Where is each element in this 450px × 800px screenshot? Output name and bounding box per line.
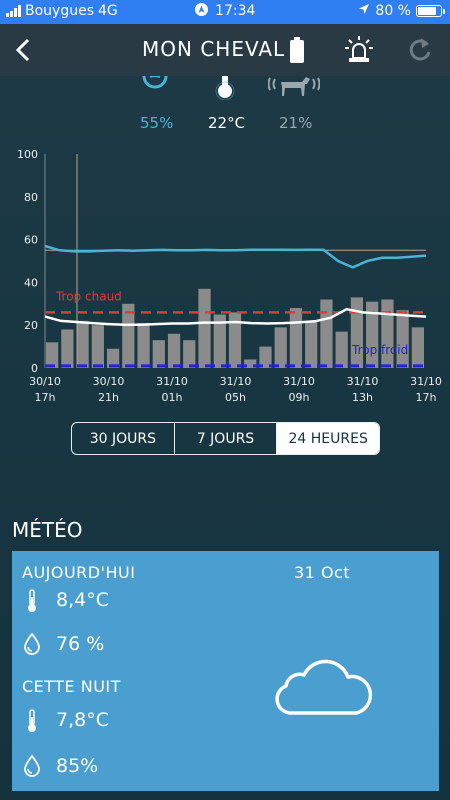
activity-bar — [61, 329, 74, 368]
x-tick-date: 31/10 — [156, 375, 188, 388]
activity-bar — [228, 312, 242, 368]
activity-bar — [274, 327, 287, 368]
activity-bar — [167, 333, 181, 368]
activity-bar — [305, 320, 318, 368]
activity-bar — [183, 340, 196, 368]
thermometer-icon — [26, 589, 38, 617]
thermometer-icon — [26, 709, 38, 737]
humidity-value: 55% — [140, 114, 174, 132]
humidity-series-line — [44, 244, 427, 269]
x-tick-hour: 21h — [98, 391, 119, 404]
x-tick-date: 30/10 — [93, 375, 125, 388]
y-tick-label: 60 — [24, 234, 38, 247]
activity-bar — [320, 299, 333, 368]
device-battery-icon — [290, 37, 304, 63]
activity-bar — [198, 288, 211, 368]
today-label: AUJOURD'HUI — [22, 563, 136, 582]
activity-value: 21% — [279, 114, 313, 132]
temperature-icon — [213, 76, 237, 104]
today-temperature: 8,4°C — [56, 589, 109, 611]
night-humidity: 85% — [56, 755, 99, 777]
humidity-icon — [140, 75, 170, 102]
range-option-30-days[interactable]: 30 JOURS — [72, 423, 175, 454]
humidity-drop-icon — [24, 632, 40, 659]
alarm-button[interactable] — [344, 34, 374, 68]
refresh-icon — [409, 38, 431, 61]
today-humidity: 76 % — [56, 633, 105, 655]
x-tick-date: 31/10 — [410, 375, 442, 388]
back-button[interactable] — [14, 38, 32, 66]
y-tick-label: 0 — [31, 362, 38, 375]
siren-icon — [345, 36, 373, 62]
activity-bar — [350, 297, 364, 368]
cloud-icon — [272, 651, 373, 723]
status-bar: Bouygues 4G 17:34 80 % — [0, 0, 450, 24]
refresh-button[interactable] — [407, 36, 433, 68]
x-tick-date: 31/10 — [283, 375, 315, 388]
battery-icon — [416, 5, 445, 17]
x-tick-hour: 01h — [162, 391, 183, 404]
status-right: 80 % — [358, 3, 445, 19]
activity-bar — [91, 325, 104, 368]
range-option-7-days[interactable]: 7 JOURS — [175, 423, 278, 454]
activity-bar — [381, 299, 394, 368]
activity-bar — [137, 323, 150, 368]
weather-card: AUJOURD'HUI 31 Oct 8,4°C 76 % CETTE NUIT… — [12, 551, 439, 791]
battery-status-button[interactable] — [289, 36, 305, 68]
range-option-24-hours[interactable]: 24 HEURES — [277, 423, 379, 454]
x-tick-date: 30/10 — [29, 375, 61, 388]
battery-percent: 80 % — [375, 3, 411, 19]
nav-bar: MON CHEVAL — [0, 24, 450, 76]
y-tick-label: 40 — [24, 276, 38, 289]
x-tick-hour: 13h — [352, 391, 373, 404]
location-icon — [358, 3, 370, 19]
navigation-arrow-icon — [194, 3, 208, 16]
activity-bar — [289, 308, 303, 368]
x-tick-hour: 17h — [416, 391, 437, 404]
activity-bar — [76, 320, 89, 368]
activity-bar — [335, 331, 348, 368]
activity-bar — [152, 340, 165, 368]
x-tick-hour: 05h — [225, 391, 246, 404]
x-tick-hour: 09h — [289, 391, 310, 404]
x-tick-hour: 17h — [35, 391, 56, 404]
y-tick-label: 100 — [17, 148, 38, 161]
activity-bar — [46, 342, 59, 368]
temperature-value: 22°C — [208, 114, 246, 132]
y-tick-label: 20 — [24, 319, 38, 332]
horse-activity-icon — [267, 76, 321, 102]
clock-time: 17:34 — [215, 3, 256, 19]
x-tick-date: 31/10 — [220, 375, 252, 388]
page-title: MON CHEVAL — [142, 37, 286, 61]
cold-threshold-label: Trop froid — [351, 343, 408, 357]
hot-threshold-label: Trop chaud — [55, 289, 122, 303]
range-selector: 30 JOURS 7 JOURS 24 HEURES — [71, 422, 380, 455]
weather-section-title: MÉTÉO — [12, 518, 83, 542]
humidity-drop-icon — [24, 754, 40, 781]
night-label: CETTE NUIT — [22, 677, 121, 696]
chevron-left-icon — [15, 38, 30, 62]
history-chart[interactable]: 100 80 60 40 20 0 Trop chaud Trop froid 30/10 17h… — [0, 140, 450, 410]
night-temperature: 7,8°C — [56, 709, 109, 731]
weather-date: 31 Oct — [294, 563, 351, 582]
activity-bar — [396, 310, 409, 368]
x-tick-date: 31/10 — [347, 375, 379, 388]
activity-bar — [411, 327, 424, 368]
y-tick-label: 80 — [24, 191, 38, 204]
